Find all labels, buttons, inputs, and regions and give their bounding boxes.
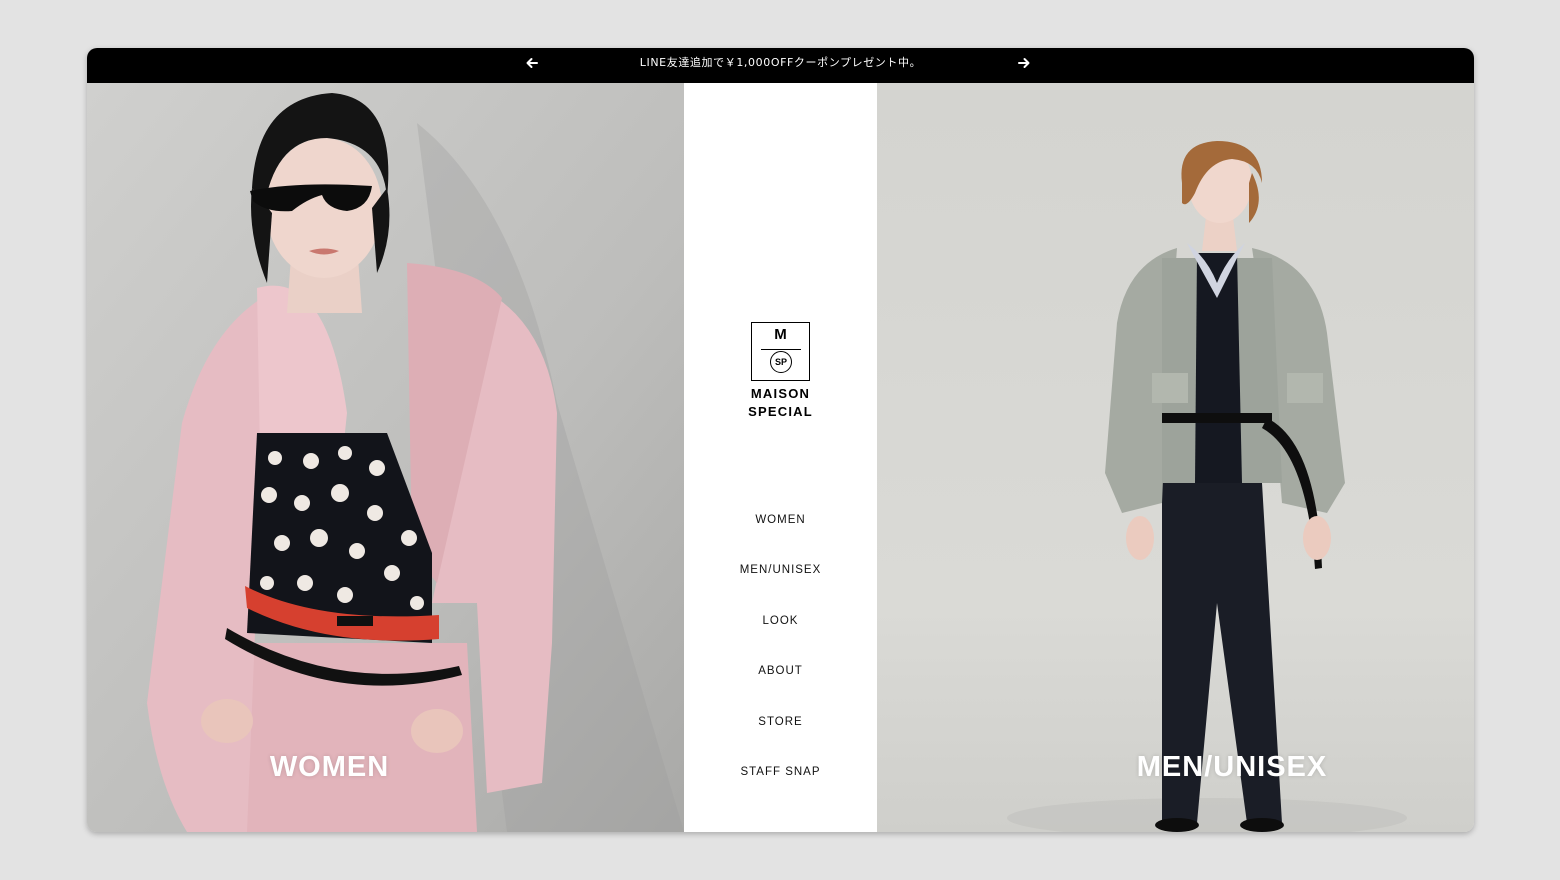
announcement-text[interactable]: LINE友達追加で￥1,000OFFクーポンプレゼント中。: [87, 48, 1474, 83]
main-nav: WOMEN MEN/UNISEX LOOK ABOUT STORE STAFF …: [684, 508, 877, 810]
women-panel[interactable]: WOMEN: [87, 83, 684, 832]
nav-item-staff-snap[interactable]: STAFF SNAP: [684, 760, 877, 810]
men-panel[interactable]: MEN/UNISEX: [877, 83, 1474, 832]
center-navigation: M SP MAISON SPECIAL WOMEN MEN/UNISEX LOO…: [684, 83, 877, 832]
logo-word-maison: MAISON: [750, 386, 811, 401]
logo-box: M SP: [751, 322, 810, 381]
logo-divider: [761, 349, 801, 350]
arrow-left-icon[interactable]: [525, 56, 543, 70]
announcement-bar: LINE友達追加で￥1,000OFFクーポンプレゼント中。: [87, 48, 1474, 83]
logo-word-special: SPECIAL: [748, 404, 813, 419]
nav-item-women[interactable]: WOMEN: [684, 508, 877, 558]
logo-circle: SP: [770, 351, 792, 373]
men-model-image: [877, 83, 1474, 832]
logo-letter: M: [774, 326, 787, 343]
women-model-image: [87, 83, 684, 832]
nav-item-look[interactable]: LOOK: [684, 609, 877, 659]
maison-special-logo[interactable]: M SP MAISON SPECIAL: [748, 322, 812, 422]
nav-item-store[interactable]: STORE: [684, 710, 877, 760]
men-panel-label[interactable]: MEN/UNISEX: [1107, 751, 1357, 784]
nav-item-men-unisex[interactable]: MEN/UNISEX: [684, 558, 877, 608]
nav-item-about[interactable]: ABOUT: [684, 659, 877, 709]
browser-window: LINE友達追加で￥1,000OFFクーポンプレゼント中。 WOMEN M SP…: [87, 48, 1474, 832]
arrow-right-icon[interactable]: [1017, 56, 1035, 70]
women-panel-label[interactable]: WOMEN: [227, 751, 432, 784]
